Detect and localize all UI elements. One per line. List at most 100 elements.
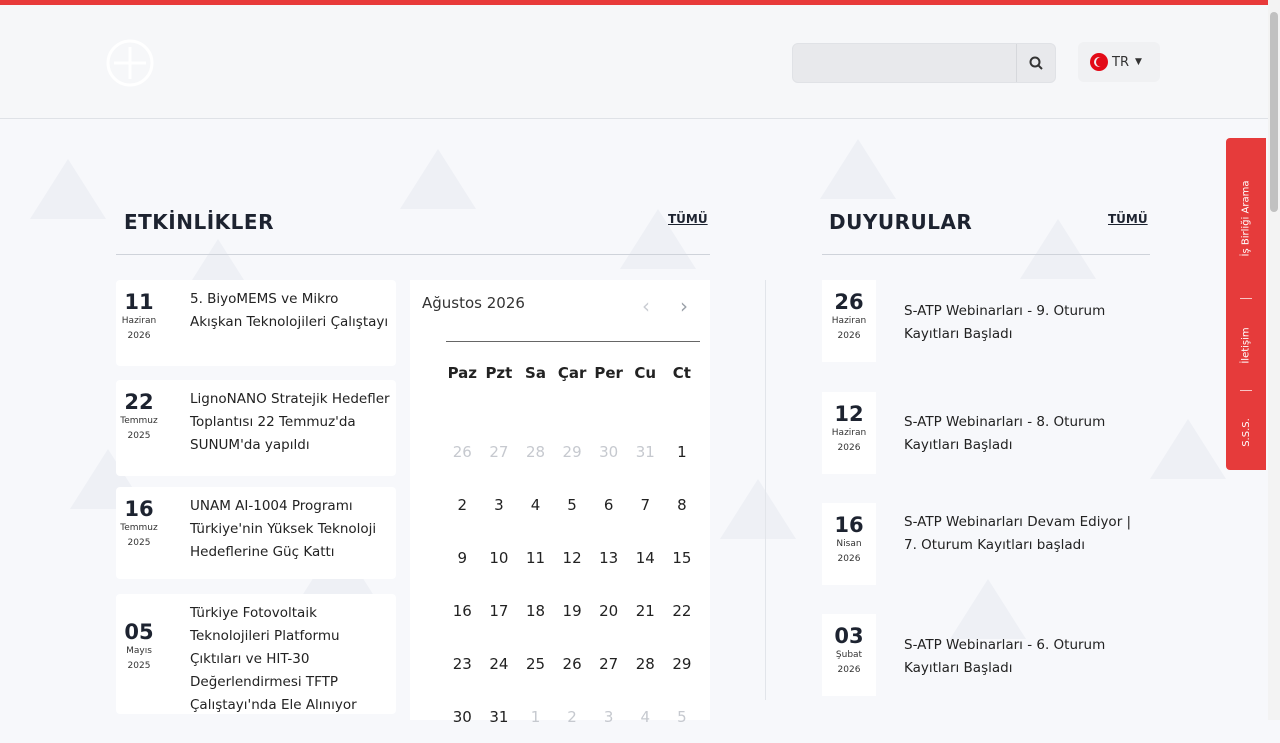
calendar-day[interactable]: 22 — [664, 602, 701, 620]
calendar-day[interactable]: 14 — [627, 549, 664, 567]
events-see-all-link[interactable]: TÜMÜ — [668, 212, 708, 226]
calendar-day[interactable]: 10 — [481, 549, 518, 567]
calendar-day[interactable]: 23 — [444, 655, 481, 673]
language-selector[interactable]: TR ▼ — [1078, 42, 1160, 82]
calendar-day[interactable]: 1 — [517, 708, 554, 726]
calendar-day[interactable]: 27 — [481, 443, 518, 461]
chevron-down-icon: ▼ — [1134, 57, 1142, 67]
event-date: 05 Mayıs 2025 — [116, 594, 162, 674]
event-year: 2025 — [127, 431, 151, 441]
calendar-next-button[interactable]: › — [680, 294, 688, 318]
calendar-day[interactable]: 3 — [590, 708, 627, 726]
announcement-title[interactable]: S-ATP Webinarları Devam Ediyor | 7. Otur… — [904, 511, 1144, 557]
calendar-day[interactable]: 28 — [517, 443, 554, 461]
calendar-day[interactable]: 1 — [664, 443, 701, 461]
calendar-weekday: Çar — [557, 364, 587, 382]
announcement-month: Haziran — [831, 316, 867, 326]
side-link-label: S.S.S. — [1240, 417, 1252, 447]
search-input[interactable] — [801, 44, 1015, 82]
search-icon — [1029, 56, 1043, 70]
calendar-day[interactable]: 30 — [590, 443, 627, 461]
calendar-day[interactable]: 4 — [517, 496, 554, 514]
calendar-day[interactable]: 11 — [517, 549, 554, 567]
event-title[interactable]: LignoNANO Stratejik Hedefler Toplantısı … — [190, 388, 390, 457]
event-month: Temmuz — [120, 523, 158, 533]
announcement-date: 03 Şubat 2026 — [822, 614, 876, 696]
announcement-title[interactable]: S-ATP Webinarları - 6. Oturum Kayıtları … — [904, 634, 1144, 680]
event-item[interactable]: 05 Mayıs 2025 Türkiye Fotovoltaik Teknol… — [116, 594, 396, 714]
announcement-item[interactable]: 12 Haziran 2026 S-ATP Webinarları - 8. O… — [822, 392, 1152, 478]
calendar-week-row: 2345678 — [444, 478, 714, 531]
event-title[interactable]: 5. BiyoMEMS ve Mikro Akışkan Teknolojile… — [190, 288, 390, 334]
calendar-day[interactable]: 2 — [554, 708, 591, 726]
page-scrollbar[interactable] — [1268, 0, 1280, 720]
event-item[interactable]: 16 Temmuz 2025 UNAM AI-1004 Programı Tür… — [116, 487, 396, 579]
event-title[interactable]: Türkiye Fotovoltaik Teknolojileri Platfo… — [190, 602, 390, 717]
calendar-day[interactable]: 21 — [627, 602, 664, 620]
search-button[interactable] — [1016, 44, 1055, 82]
calendar-weekday: Cu — [634, 364, 657, 382]
announcement-item[interactable]: 26 Haziran 2026 S-ATP Webinarları - 9. O… — [822, 280, 1152, 366]
event-date: 16 Temmuz 2025 — [116, 487, 162, 551]
calendar-day[interactable]: 8 — [664, 496, 701, 514]
announcement-year: 2026 — [837, 554, 861, 564]
calendar-day[interactable]: 31 — [481, 708, 518, 726]
calendar-week-row: 30 31 1 2 3 4 5 — [444, 690, 714, 743]
calendar-day[interactable]: 30 — [444, 708, 481, 726]
calendar-day[interactable]: 16 — [444, 602, 481, 620]
announcement-title[interactable]: S-ATP Webinarları - 8. Oturum Kayıtları … — [904, 411, 1144, 457]
calendar-weekday: Paz — [447, 364, 478, 382]
calendar-day[interactable]: 4 — [627, 708, 664, 726]
side-link-faq[interactable]: S.S.S. — [1226, 404, 1266, 460]
calendar-prev-button[interactable]: ‹ — [642, 294, 650, 318]
calendar-day[interactable]: 25 — [517, 655, 554, 673]
announcement-month: Şubat — [835, 650, 863, 660]
calendar-grid: Paz Pzt Sa Çar Per Cu Ct 26 27 28 29 30 31 1 2 3 4 5 6 7 8 9 1… — [444, 358, 714, 743]
calendar-day[interactable]: 26 — [444, 443, 481, 461]
logo-icon[interactable] — [100, 33, 160, 93]
calendar-day[interactable]: 6 — [590, 496, 627, 514]
calendar-day[interactable]: 13 — [590, 549, 627, 567]
event-month: Mayıs — [126, 646, 152, 656]
announcement-year: 2026 — [837, 443, 861, 453]
calendar-day[interactable]: 29 — [554, 443, 591, 461]
calendar-day[interactable]: 15 — [664, 549, 701, 567]
side-link-contact[interactable]: İletişim — [1226, 310, 1266, 380]
side-separator — [1240, 298, 1252, 299]
event-calendar: Ağustos 2026 ‹ › Paz Pzt Sa Çar Per Cu Ct 26 27 2… — [410, 280, 710, 726]
announcement-year: 2026 — [837, 331, 861, 341]
calendar-weekday: Per — [594, 364, 623, 382]
announcement-item[interactable]: 03 Şubat 2026 S-ATP Webinarları - 6. Otu… — [822, 614, 1152, 700]
announcements-section-title: DUYURULAR — [829, 210, 973, 234]
calendar-day[interactable]: 12 — [554, 549, 591, 567]
side-link-collaboration[interactable]: İş Birliği Arama — [1226, 148, 1266, 288]
calendar-day[interactable]: 7 — [627, 496, 664, 514]
calendar-weekday-row: Paz Pzt Sa Çar Per Cu Ct — [444, 358, 714, 388]
announcements-see-all-link[interactable]: TÜMÜ — [1108, 212, 1148, 226]
calendar-day[interactable]: 5 — [554, 496, 591, 514]
calendar-day[interactable]: 5 — [664, 708, 701, 726]
calendar-day[interactable]: 26 — [554, 655, 591, 673]
calendar-day[interactable]: 18 — [517, 602, 554, 620]
event-title[interactable]: UNAM AI-1004 Programı Türkiye'nin Yüksek… — [190, 495, 390, 564]
calendar-day[interactable]: 9 — [444, 549, 481, 567]
calendar-day[interactable]: 27 — [590, 655, 627, 673]
calendar-day[interactable]: 3 — [481, 496, 518, 514]
calendar-day[interactable]: 2 — [444, 496, 481, 514]
event-date: 11 Haziran 2026 — [116, 280, 162, 344]
announcement-date: 16 Nisan 2026 — [822, 503, 876, 585]
column-separator — [765, 280, 766, 700]
calendar-day[interactable]: 17 — [481, 602, 518, 620]
calendar-day[interactable]: 19 — [554, 602, 591, 620]
chevron-right-icon: › — [680, 294, 688, 318]
calendar-day[interactable]: 20 — [590, 602, 627, 620]
announcement-title[interactable]: S-ATP Webinarları - 9. Oturum Kayıtları … — [904, 300, 1144, 346]
calendar-day[interactable]: 28 — [627, 655, 664, 673]
event-item[interactable]: 11 Haziran 2026 5. BiyoMEMS ve Mikro Akı… — [116, 280, 396, 366]
calendar-day[interactable]: 29 — [664, 655, 701, 673]
calendar-day[interactable]: 31 — [627, 443, 664, 461]
event-item[interactable]: 22 Temmuz 2025 LignoNANO Stratejik Hedef… — [116, 380, 396, 476]
scrollbar-thumb[interactable] — [1270, 12, 1278, 212]
announcement-item[interactable]: 16 Nisan 2026 S-ATP Webinarları Devam Ed… — [822, 503, 1152, 589]
calendar-day[interactable]: 24 — [481, 655, 518, 673]
